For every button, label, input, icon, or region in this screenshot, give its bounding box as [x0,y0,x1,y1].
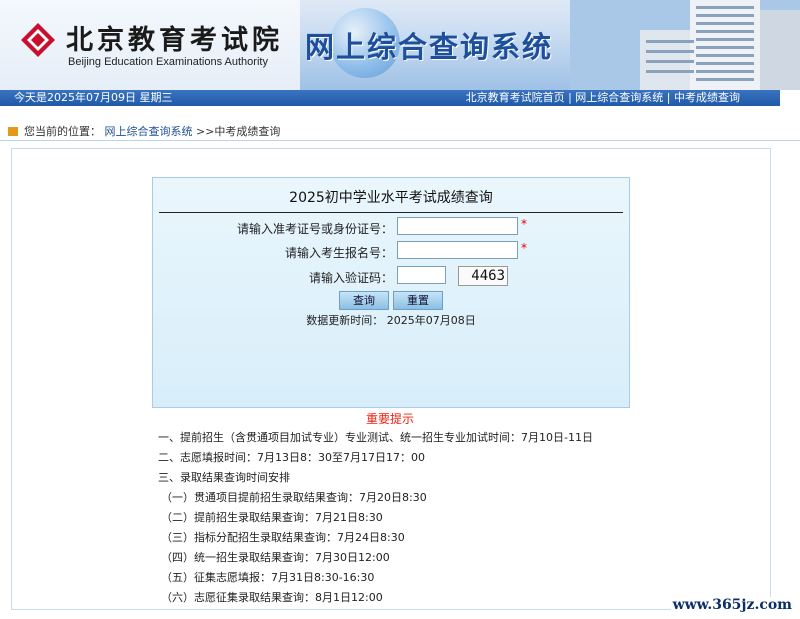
org-name-en: Beijing Education Examinations Authority [68,56,268,68]
id-row: 请输入准考证号或身份证号： * [153,217,629,237]
breadcrumb-link-query-system[interactable]: 网上综合查询系统 [105,125,193,138]
captcha-image[interactable]: 4463 [458,266,508,286]
required-mark: * [521,217,527,231]
notice-item: 二、志愿填报时间：7月13日8：30至7月17日17：00 [158,451,425,464]
nav-separator: | [564,91,576,104]
notice-item: （一）贯通项目提前招生录取结果查询：7月20日8:30 [161,491,427,504]
reset-button[interactable]: 重置 [393,291,443,310]
captcha-row: 请输入验证码： 4463 [153,266,629,286]
registration-number-input[interactable] [397,241,518,259]
notice-title: 重要提示 [365,412,414,426]
id-label: 请输入准考证号或身份证号： [236,222,393,236]
notice-list: 一、提前招生（含贯通项目加试专业）专业测试、统一招生专业加试时间：7月10日-1… [158,431,593,611]
captcha-input[interactable] [397,266,446,284]
breadcrumb-divider [0,140,800,141]
update-time: 数据更新时间： 2025年07月08日 [306,314,476,327]
submit-button[interactable]: 查询 [339,291,389,310]
breadcrumb-current: >>中考成绩查询 [192,125,281,138]
top-navbar: 今天是2025年07月09日 星期三 北京教育考试院首页 | 网上综合查询系统 … [0,90,780,106]
notice-item: （二）提前招生录取结果查询：7月21日8:30 [161,511,383,524]
breadcrumb-prefix: 您当前的位置： [24,125,101,138]
building-image [570,0,800,90]
nav-link-home[interactable]: 北京教育考试院首页 [466,91,565,104]
org-name-cn: 北京教育考试院 [66,25,283,56]
captcha-label: 请输入验证码： [308,271,393,285]
logo-icon [21,23,55,57]
logo-area: 北京教育考试院 Beijing Education Examinations A… [0,0,300,90]
location-icon [8,127,18,136]
current-date: 今天是2025年07月09日 星期三 [14,91,173,104]
system-title: 网上综合查询系统 [305,30,554,64]
nav-separator: | [663,91,674,104]
nav-link-score-query[interactable]: 中考成绩查询 [674,91,740,104]
nav-links: 北京教育考试院首页 | 网上综合查询系统 | 中考成绩查询 [466,90,740,106]
form-divider [159,212,623,213]
breadcrumb: 您当前的位置： 网上综合查询系统 >>中考成绩查询 [8,123,280,139]
watermark-text: www.365jz.com [670,597,794,613]
notice-item: （四）统一招生录取结果查询：7月30日12:00 [161,551,390,564]
notice-item: 三、录取结果查询时间安排 [158,471,290,484]
notice-item: （六）志愿征集录取结果查询：8月1日12:00 [161,591,383,604]
score-query-form: 2025初中学业水平考试成绩查询 请输入准考证号或身份证号： * 请输入考生报名… [152,177,630,408]
notice-item: （三）指标分配招生录取结果查询：7月24日8:30 [161,531,405,544]
site-header: 北京教育考试院 Beijing Education Examinations A… [0,0,800,90]
notice-item: （五）征集志愿填报：7月31日8:30-16:30 [161,571,375,584]
notice-item: 一、提前招生（含贯通项目加试专业）专业测试、统一招生专业加试时间：7月10日-1… [158,431,593,444]
id-number-input[interactable] [397,217,518,235]
nav-link-query-system[interactable]: 网上综合查询系统 [575,91,663,104]
form-title: 2025初中学业水平考试成绩查询 [289,190,493,206]
name-row: 请输入考生报名号： * [153,241,629,261]
registration-label: 请输入考生报名号： [284,246,393,260]
required-mark: * [521,241,527,255]
